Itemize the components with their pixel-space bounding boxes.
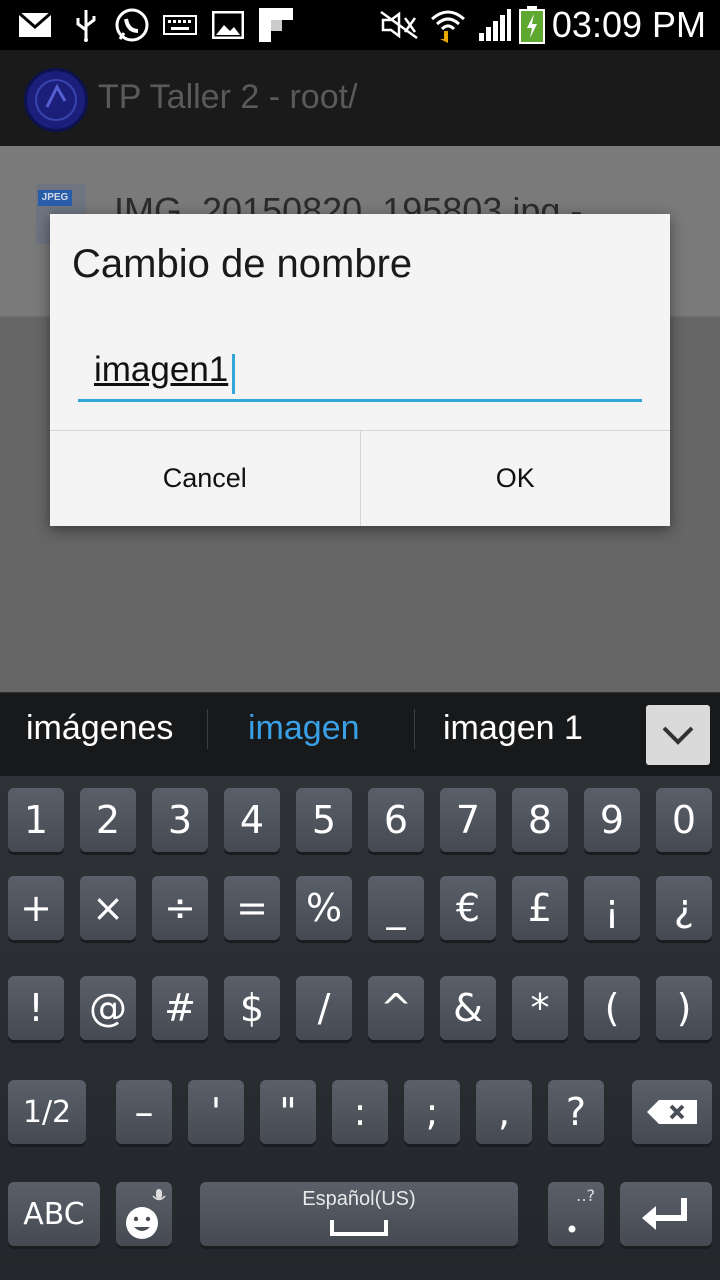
abc-key[interactable]: ABC	[8, 1182, 100, 1246]
spacebar[interactable]: Español(US)	[200, 1182, 518, 1246]
key-exclamation[interactable]: !	[8, 976, 64, 1040]
key-2[interactable]: 2	[80, 788, 136, 852]
suggestion-3[interactable]: imagen 1	[443, 709, 583, 748]
key-comma[interactable]: ,	[476, 1080, 532, 1144]
backspace-key[interactable]	[632, 1080, 712, 1144]
suggestion-strip: imágenes imagen imagen 1	[0, 692, 720, 776]
emoji-key[interactable]	[116, 1182, 172, 1246]
key-close-paren[interactable]: )	[656, 976, 712, 1040]
emoji-icon	[126, 1189, 166, 1239]
enter-icon	[642, 1198, 687, 1230]
mail-icon	[16, 8, 54, 42]
key-ampersand[interactable]: &	[440, 976, 496, 1040]
suggestion-2[interactable]: imagen	[248, 709, 360, 748]
key-slash[interactable]: /	[296, 976, 352, 1040]
key-inverted-exclamation[interactable]: ¡	[584, 876, 640, 940]
space-icon	[330, 1220, 388, 1236]
key-equals[interactable]: =	[224, 876, 280, 940]
key-inverted-question[interactable]: ¿	[656, 876, 712, 940]
expand-suggestions-button[interactable]	[646, 705, 710, 765]
key-dash[interactable]: –	[116, 1080, 172, 1144]
enter-key[interactable]	[620, 1182, 712, 1246]
period-icon: ‥?	[568, 1187, 595, 1233]
key-4[interactable]: 4	[224, 788, 280, 852]
keyboard: 1 2 3 4 5 6 7 8 9 0 + × ÷ = % _ € £ ¡ ¿ …	[0, 776, 720, 1280]
keyboard-icon	[162, 8, 198, 42]
key-apostrophe[interactable]: '	[188, 1080, 244, 1144]
status-time: 03:09 PM	[551, 4, 706, 45]
key-5[interactable]: 5	[296, 788, 352, 852]
signal-icon	[476, 8, 512, 42]
key-plus[interactable]: +	[8, 876, 64, 940]
suggestion-1[interactable]: imágenes	[26, 709, 173, 748]
dialog-actions: Cancel OK	[50, 430, 670, 526]
key-3[interactable]: 3	[152, 788, 208, 852]
ok-button[interactable]: OK	[359, 431, 671, 526]
image-icon	[210, 8, 246, 42]
chevron-down-icon	[662, 726, 694, 745]
backspace-icon	[647, 1100, 697, 1124]
rename-input[interactable]: imagen1	[78, 346, 642, 402]
mute-icon	[378, 8, 420, 42]
key-hash[interactable]: #	[152, 976, 208, 1040]
page-title: TP Taller 2 - root/	[98, 78, 358, 116]
key-9[interactable]: 9	[584, 788, 640, 852]
rename-dialog: Cambio de nombre imagen1 Cancel OK	[50, 214, 670, 526]
key-1[interactable]: 1	[8, 788, 64, 852]
key-percent[interactable]: %	[296, 876, 352, 940]
whatsapp-icon	[112, 8, 152, 42]
app-logo-icon[interactable]	[24, 68, 88, 132]
key-underscore[interactable]: _	[368, 876, 424, 940]
dialog-title: Cambio de nombre	[72, 242, 413, 286]
rename-input-value: imagen1	[94, 350, 229, 389]
key-divide[interactable]: ÷	[152, 876, 208, 940]
suggestion-divider	[207, 709, 208, 749]
file-type-tag: JPEG	[38, 190, 72, 206]
battery-charging-icon	[518, 6, 546, 44]
key-question[interactable]: ?	[548, 1080, 604, 1144]
key-at[interactable]: @	[80, 976, 136, 1040]
key-colon[interactable]: :	[332, 1080, 388, 1144]
status-bar: 03:09 PM	[0, 0, 720, 50]
key-caret[interactable]: ^	[368, 976, 424, 1040]
svg-text:‥?: ‥?	[576, 1187, 595, 1205]
cancel-button[interactable]: Cancel	[50, 431, 360, 526]
suggestion-divider	[414, 709, 415, 749]
key-semicolon[interactable]: ;	[404, 1080, 460, 1144]
key-dollar[interactable]: $	[224, 976, 280, 1040]
language-label: Español(US)	[302, 1188, 416, 1210]
key-0[interactable]: 0	[656, 788, 712, 852]
text-caret	[232, 354, 235, 394]
key-multiply[interactable]: ×	[80, 876, 136, 940]
key-pound[interactable]: £	[512, 876, 568, 940]
action-bar: TP Taller 2 - root/	[0, 50, 720, 146]
flipboard-icon	[258, 8, 294, 42]
wifi-icon	[428, 8, 468, 43]
key-8[interactable]: 8	[512, 788, 568, 852]
usb-icon	[72, 8, 100, 42]
key-euro[interactable]: €	[440, 876, 496, 940]
key-asterisk[interactable]: *	[512, 976, 568, 1040]
key-quote[interactable]: "	[260, 1080, 316, 1144]
period-key[interactable]: ‥?	[548, 1182, 604, 1246]
key-page-toggle[interactable]: 1/2	[8, 1080, 86, 1144]
key-6[interactable]: 6	[368, 788, 424, 852]
key-open-paren[interactable]: (	[584, 976, 640, 1040]
key-7[interactable]: 7	[440, 788, 496, 852]
